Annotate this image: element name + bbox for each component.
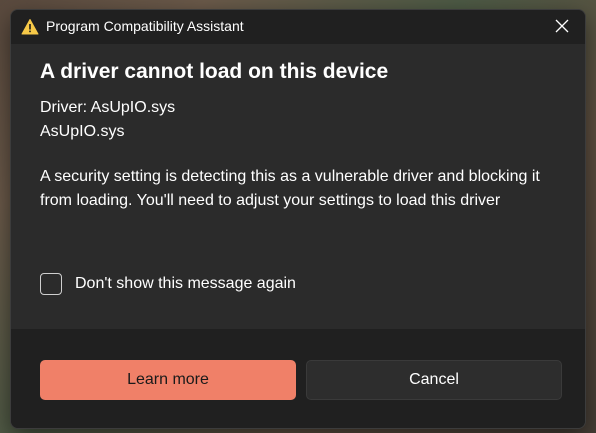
dialog-footer: Learn more Cancel: [11, 329, 585, 428]
title-bar: Program Compatibility Assistant: [11, 10, 585, 44]
dont-show-again-label[interactable]: Don't show this message again: [75, 275, 296, 293]
dialog-content: A driver cannot load on this device Driv…: [11, 44, 585, 329]
dialog-message: A security setting is detecting this as …: [40, 168, 540, 209]
driver-name: Driver: AsUpIO.sys: [40, 99, 176, 116]
warning-icon: [21, 18, 39, 36]
dont-show-again-option[interactable]: Don't show this message again: [40, 273, 296, 295]
window-title: Program Compatibility Assistant: [46, 18, 244, 34]
dialog-heading: A driver cannot load on this device: [40, 60, 389, 83]
compatibility-dialog: Program Compatibility Assistant A driver…: [10, 9, 586, 429]
close-button[interactable]: [539, 10, 585, 44]
learn-more-button[interactable]: Learn more: [40, 360, 296, 400]
driver-file: AsUpIO.sys: [40, 123, 125, 140]
cancel-button[interactable]: Cancel: [306, 360, 562, 400]
dont-show-again-checkbox[interactable]: [40, 273, 62, 295]
close-icon: [555, 18, 569, 37]
